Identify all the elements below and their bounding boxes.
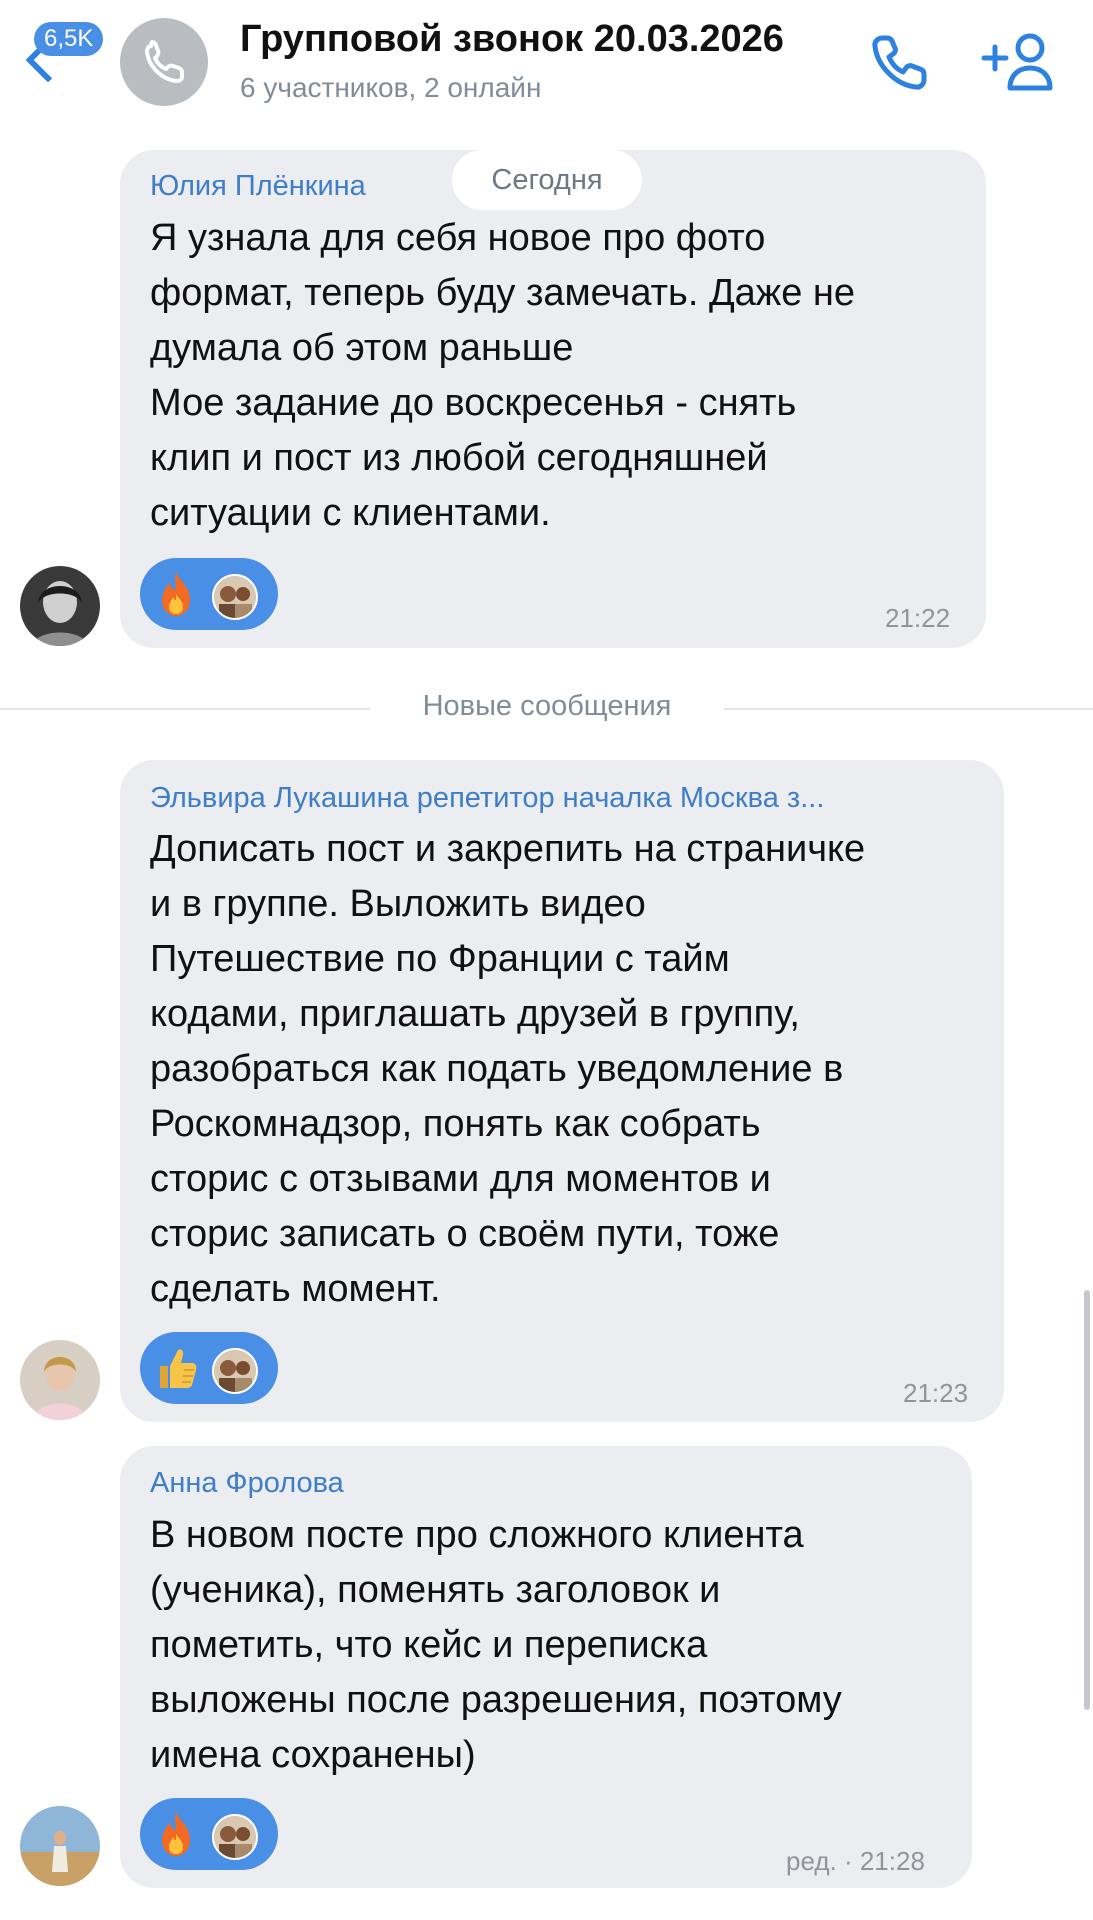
reaction-chip[interactable] — [140, 1798, 278, 1870]
chat-title[interactable]: Групповой звонок 20.03.2026 — [240, 18, 784, 61]
reactor-avatar — [212, 1348, 258, 1394]
message-line: ситуации с клиентами. — [150, 492, 551, 534]
group-call-avatar[interactable] — [120, 18, 208, 106]
scrollbar[interactable] — [1084, 1290, 1090, 1710]
sender-name[interactable]: Анна Фролова — [150, 1467, 344, 1500]
message-line: (ученика), поменять заголовок и — [150, 1569, 721, 1611]
back-button[interactable]: 6,5K — [22, 18, 118, 90]
fire-emoji-icon — [150, 1808, 202, 1860]
sender-name[interactable]: Юлия Плёнкина — [150, 170, 366, 203]
sender-name[interactable]: Эльвира Лукашина репетитор началка Москв… — [150, 782, 970, 815]
message-line: выложены после разрешения, поэтому — [150, 1679, 842, 1721]
message-line: Дописать пост и закрепить на страничке — [150, 828, 866, 870]
divider-line — [0, 708, 370, 710]
message-time: ред. · 21:28 — [786, 1846, 925, 1876]
message-time: 21:22 — [885, 603, 951, 633]
message-text: Дописать пост и закрепить на страничке и… — [150, 822, 990, 1317]
reaction-chip[interactable] — [140, 1332, 278, 1404]
fire-emoji-icon — [150, 568, 202, 620]
message-line: имена сохранены) — [150, 1734, 476, 1776]
new-messages-divider: Новые сообщения — [422, 690, 672, 722]
message-line: Роскомнадзор, понять как собрать — [150, 1103, 761, 1145]
start-call-button[interactable] — [868, 30, 932, 94]
message-text: Я узнала для себя новое про фото формат,… — [150, 211, 970, 541]
message-line: Я узнала для себя новое про фото — [150, 217, 766, 259]
chat-participants-status[interactable]: 6 участников, 2 онлайн — [240, 72, 541, 104]
reaction-chip[interactable] — [140, 558, 278, 630]
message-line: пометить, что кейс и переписка — [150, 1624, 708, 1666]
add-participant-button[interactable] — [980, 30, 1060, 94]
sender-avatar[interactable] — [20, 1340, 100, 1420]
phone-icon — [872, 35, 927, 90]
message-text: В новом посте про сложного клиента (учен… — [150, 1508, 960, 1783]
sender-avatar[interactable] — [20, 566, 100, 646]
message-line: думала об этом раньше — [150, 327, 574, 369]
message-time: 21:23 — [903, 1378, 969, 1408]
message-line: Мое задание до воскресенья - снять — [150, 382, 797, 424]
unread-count-badge: 6,5K — [34, 22, 104, 56]
divider-line — [724, 708, 1093, 710]
message-line: формат, теперь буду замечать. Даже не — [150, 272, 856, 314]
message-line: В новом посте про сложного клиента — [150, 1514, 804, 1556]
message-line: сделать момент. — [150, 1268, 441, 1310]
message-line: сторис записать о своём пути, тоже — [150, 1213, 780, 1255]
message-line: клип и пост из любой сегодняшней — [150, 437, 768, 479]
message-line: Путешествие по Франции с тайм — [150, 938, 730, 980]
thumbs-up-emoji-icon — [150, 1342, 202, 1394]
message-line: сторис с отзывами для моментов и — [150, 1158, 771, 1200]
message-line: и в группе. Выложить видео — [150, 883, 646, 925]
reactor-avatar — [212, 1814, 258, 1860]
message-line: кодами, приглашать друзей в группу, — [150, 993, 800, 1035]
add-user-icon — [981, 33, 1053, 91]
chat-header: 6,5K Групповой звонок 20.03.2026 6 участ… — [0, 0, 1093, 124]
sender-avatar[interactable] — [20, 1806, 100, 1886]
date-divider: Сегодня — [452, 150, 642, 210]
phone-icon — [145, 40, 184, 83]
message-line: разобраться как подать уведомление в — [150, 1048, 844, 1090]
reactor-avatar — [212, 574, 258, 620]
